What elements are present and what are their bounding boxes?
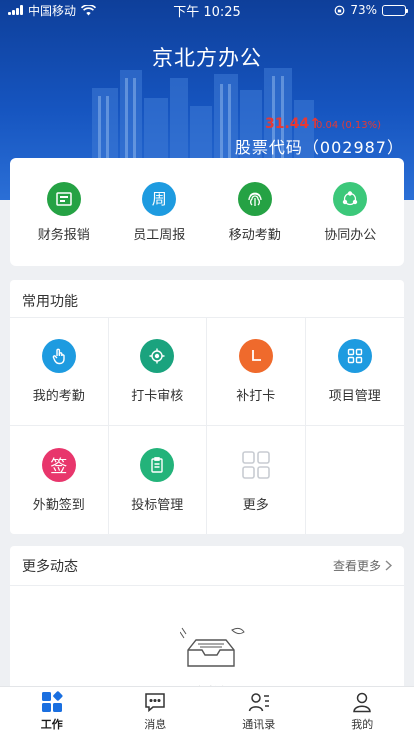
sign-in-icon: 签 xyxy=(41,447,76,482)
bottom-tab-bar: 工作 消息 通讯录 我的 xyxy=(0,686,414,736)
invoice-icon xyxy=(46,181,81,216)
battery-icon xyxy=(382,4,408,16)
function-label: 我的考勤 xyxy=(32,389,85,404)
news-card: 更多动态 查看更多 没有数据 xyxy=(10,546,404,706)
clipboard-icon xyxy=(140,447,175,482)
work-icon xyxy=(41,691,63,712)
common-functions-card: 常用功能 我的考勤 打卡审核 补打卡 项目管理 签 外勤签到 投标管理 更多 xyxy=(10,280,404,534)
chevron-right-icon xyxy=(385,560,392,571)
function-label: 投标管理 xyxy=(131,497,184,513)
function-field-signin[interactable]: 签 外勤签到 xyxy=(10,426,109,534)
tab-messages[interactable]: 消息 xyxy=(104,687,208,736)
quick-actions-card: 财务报销 周 员工周报 移动考勤 协同办公 xyxy=(10,158,404,266)
stock-change: 0.04 (0.13%) xyxy=(316,120,382,131)
touch-icon xyxy=(41,339,76,373)
quick-action-label: 移动考勤 xyxy=(228,227,281,243)
function-label: 更多 xyxy=(242,497,269,513)
collaboration-icon xyxy=(333,181,368,216)
signal-icon xyxy=(8,5,23,15)
function-label: 项目管理 xyxy=(328,389,381,404)
fingerprint-icon xyxy=(237,181,272,216)
quick-action-attendance[interactable]: 移动考勤 xyxy=(210,181,300,243)
quick-action-expense[interactable]: 财务报销 xyxy=(19,181,109,243)
tab-label: 通讯录 xyxy=(242,718,276,731)
function-more[interactable]: 更多 xyxy=(207,426,306,534)
section-title: 常用功能 xyxy=(10,280,404,318)
quick-action-label: 财务报销 xyxy=(37,227,90,243)
message-icon xyxy=(145,693,165,713)
function-label: 外勤签到 xyxy=(32,497,85,513)
tab-label: 消息 xyxy=(144,718,167,731)
grid-apps-icon xyxy=(337,339,372,373)
function-makeup-clockin[interactable]: 补打卡 xyxy=(207,318,306,426)
function-label: 补打卡 xyxy=(236,389,276,404)
quick-action-label: 协同办公 xyxy=(324,227,377,243)
battery-percent: 73% xyxy=(350,3,377,17)
stock-code-label: 股票代码（002987） xyxy=(234,138,404,157)
target-icon xyxy=(140,339,175,373)
clock-icon xyxy=(238,339,273,373)
contacts-icon xyxy=(248,693,269,712)
stock-price: 31.44↑ xyxy=(265,116,322,132)
quick-action-weekly-report[interactable]: 周 员工周报 xyxy=(114,181,204,243)
quick-action-label: 员工周报 xyxy=(133,227,186,243)
tab-contacts[interactable]: 通讯录 xyxy=(207,687,311,736)
app-title: 京北方办公 xyxy=(152,46,262,70)
empty-inbox-icon xyxy=(180,627,245,667)
view-more-link[interactable]: 查看更多 xyxy=(333,557,392,574)
tab-work[interactable]: 工作 xyxy=(0,687,104,736)
function-label: 打卡审核 xyxy=(131,389,184,404)
function-my-attendance[interactable]: 我的考勤 xyxy=(10,318,109,426)
section-title: 更多动态 xyxy=(22,558,78,575)
more-grid-icon xyxy=(239,448,273,482)
wifi-icon xyxy=(81,4,97,15)
function-project-management[interactable]: 项目管理 xyxy=(305,318,404,426)
news-header: 更多动态 查看更多 xyxy=(10,546,404,586)
function-empty-slot xyxy=(306,426,405,534)
status-bar: 中国移动 下午 10:25 73% xyxy=(0,0,414,20)
function-grid: 我的考勤 打卡审核 补打卡 项目管理 签 外勤签到 投标管理 更多 xyxy=(10,318,404,534)
clock: 下午 10:25 xyxy=(173,4,241,20)
function-bid-management[interactable]: 投标管理 xyxy=(109,426,207,534)
tab-profile[interactable]: 我的 xyxy=(311,687,414,736)
profile-icon xyxy=(353,692,372,713)
tab-label: 工作 xyxy=(40,718,63,731)
tab-label: 我的 xyxy=(351,718,374,731)
function-clockin-review[interactable]: 打卡审核 xyxy=(108,318,207,426)
carrier-name: 中国移动 xyxy=(28,3,77,18)
rotation-lock-icon xyxy=(334,5,345,15)
quick-action-collaboration[interactable]: 协同办公 xyxy=(305,181,395,243)
weekly-report-icon: 周 xyxy=(142,181,177,216)
